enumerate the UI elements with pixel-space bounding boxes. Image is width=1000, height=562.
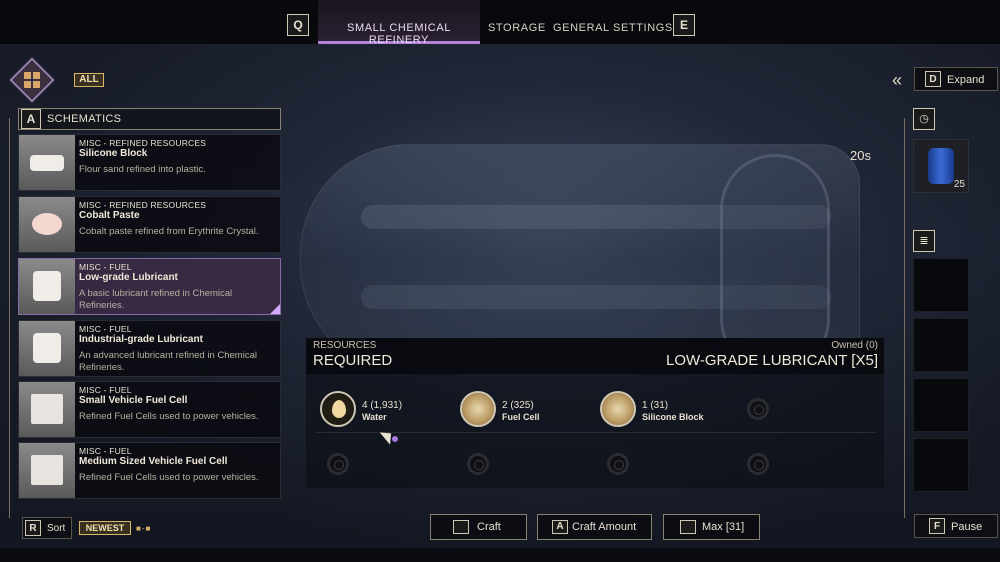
resource-qty: 4 (1,931) [362, 400, 403, 411]
craft-button[interactable]: Craft [430, 514, 527, 540]
craft-amount-label: Craft Amount [572, 521, 637, 533]
craft-timer: 20s [850, 148, 871, 163]
resource-name: Silicone Block [642, 412, 704, 422]
schematics-key[interactable]: A [21, 109, 41, 129]
empty-resource-slot [747, 398, 769, 420]
queue-slot[interactable] [913, 318, 969, 372]
empty-resource-slot [327, 453, 349, 475]
resource-name: Fuel Cell [502, 412, 540, 422]
sort-order-badge[interactable]: NEWEST [79, 521, 131, 535]
pause-label: Pause [951, 521, 983, 533]
expand-label: Expand [947, 74, 985, 86]
craft-key-icon [453, 520, 469, 534]
schematic-desc: Refined Fuel Cells used to power vehicle… [79, 411, 259, 422]
tab-general-settings[interactable]: GENERAL SETTINGS [553, 22, 673, 34]
pause-button[interactable]: F Pause [914, 514, 998, 538]
schematic-name: Silicone Block [79, 148, 148, 159]
schematic-card[interactable]: MISC - FUEL Medium Sized Vehicle Fuel Ce… [18, 442, 281, 499]
silicone-block-icon[interactable] [600, 391, 636, 427]
fuel-cell-icon [19, 382, 75, 437]
collapse-arrows-icon[interactable]: « [892, 70, 902, 91]
output-qty: 25 [953, 179, 965, 190]
expand-button[interactable]: D Expand [914, 67, 998, 91]
cursor-dot [392, 436, 398, 442]
cobalt-paste-icon [19, 197, 75, 252]
tab-storage[interactable]: STORAGE [488, 22, 546, 34]
schematic-category: MISC - REFINED RESOURCES [79, 200, 207, 210]
expand-key: D [925, 71, 941, 87]
craft-amount-key: A [552, 520, 568, 534]
queue-slot[interactable] [913, 438, 969, 492]
schematic-desc: Refined Fuel Cells used to power vehicle… [79, 472, 259, 483]
owned-count: Owned (0) [831, 340, 878, 351]
queue-list-icon: ≣ [913, 230, 935, 252]
resource-qty: 1 (31) [642, 400, 669, 411]
max-button[interactable]: Max [31] [663, 514, 760, 540]
schematics-title: SCHEMATICS [47, 113, 122, 125]
craft-amount-button[interactable]: A Craft Amount [537, 514, 652, 540]
max-key-icon [680, 520, 696, 534]
next-tab-key[interactable]: E [673, 14, 695, 36]
schematic-card[interactable]: MISC - FUEL Small Vehicle Fuel Cell Refi… [18, 381, 281, 438]
pause-key: F [929, 518, 945, 534]
prev-tab-key[interactable]: Q [287, 14, 309, 36]
schematic-card[interactable]: MISC - FUEL Industrial-grade Lubricant A… [18, 320, 281, 377]
schematic-category: MISC - FUEL [79, 262, 132, 272]
schematic-name: Low-grade Lubricant [79, 272, 178, 283]
output-slot[interactable]: 25 [913, 139, 969, 193]
schematic-name: Industrial-grade Lubricant [79, 334, 203, 345]
schematic-category: MISC - FUEL [79, 446, 132, 456]
craft-label: Craft [477, 521, 501, 533]
grid-icon [24, 72, 40, 88]
max-label: Max [31] [702, 521, 745, 533]
silicone-block-icon [19, 135, 75, 190]
resource-name: Water [362, 412, 387, 422]
tab-small-chemical-refinery[interactable]: SMALL CHEMICAL REFINERY [318, 0, 480, 46]
schematic-category: MISC - REFINED RESOURCES [79, 138, 207, 148]
schematic-desc: Flour sand refined into plastic. [79, 164, 206, 175]
schematic-card-selected[interactable]: MISC - FUEL Low-grade Lubricant A basic … [18, 258, 281, 315]
filter-all-button[interactable]: ALL [74, 73, 104, 87]
water-drop-icon[interactable] [320, 391, 356, 427]
resources-label: RESOURCES [313, 340, 377, 351]
tab-label: SMALL CHEMICAL REFINERY [347, 22, 451, 46]
empty-resource-slot [607, 453, 629, 475]
sort-button[interactable]: R Sort [22, 517, 72, 539]
schematic-category: MISC - FUEL [79, 385, 132, 395]
empty-resource-slot [747, 453, 769, 475]
top-bar: Q SMALL CHEMICAL REFINERY STORAGE GENERA… [0, 0, 1000, 46]
bottom-strip [0, 548, 1000, 562]
sort-label: Sort [47, 523, 66, 534]
resource-qty: 2 (325) [502, 400, 534, 411]
queue-slot[interactable] [913, 258, 969, 312]
left-rail [9, 118, 10, 518]
craft-target: LOW-GRADE LUBRICANT [X5] [666, 352, 878, 369]
lubricant-icon [19, 259, 75, 314]
schematic-category: MISC - FUEL [79, 324, 132, 334]
empty-resource-slot [467, 453, 489, 475]
slot-divider [316, 432, 876, 433]
fuel-cell-icon [19, 443, 75, 498]
schematic-name: Small Vehicle Fuel Cell [79, 395, 188, 406]
schematic-card[interactable]: MISC - REFINED RESOURCES Silicone Block … [18, 134, 281, 191]
right-rail [904, 118, 905, 518]
industrial-lubricant-icon [19, 321, 75, 376]
schematic-desc: Cobalt paste refined from Erythrite Crys… [79, 226, 259, 237]
sort-key: R [25, 520, 41, 536]
sort-dots-icon: ■-■ [136, 524, 152, 533]
required-label: REQUIRED [313, 352, 393, 369]
schematic-desc: A basic lubricant refined in Chemical Re… [79, 288, 233, 311]
schematic-name: Cobalt Paste [79, 210, 140, 221]
timer-icon: ◷ [913, 108, 935, 130]
schematics-header: A SCHEMATICS [18, 108, 281, 130]
schematic-name: Medium Sized Vehicle Fuel Cell [79, 456, 228, 467]
queue-slot[interactable] [913, 378, 969, 432]
schematic-desc: An advanced lubricant refined in Chemica… [79, 350, 257, 373]
fuel-cell-icon[interactable] [460, 391, 496, 427]
schematic-card[interactable]: MISC - REFINED RESOURCES Cobalt Paste Co… [18, 196, 281, 253]
lubricant-barrel-icon [928, 148, 954, 184]
